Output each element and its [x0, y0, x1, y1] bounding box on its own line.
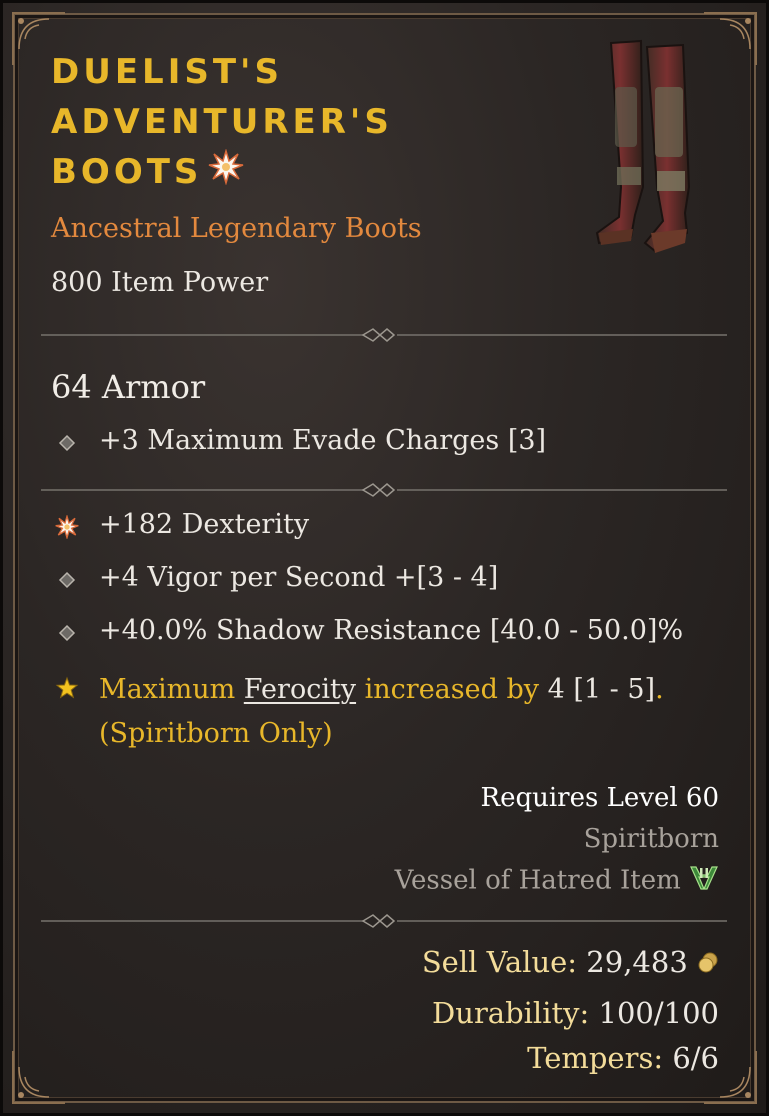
aspect-text: Maximum Ferocity increased by 4 [1 - 5].…: [99, 668, 664, 756]
vessel-of-hatred-icon: [689, 864, 719, 899]
aspect-text-part: Maximum: [99, 674, 244, 705]
sell-value-amount: 29,483: [586, 945, 688, 979]
section-divider: [41, 911, 727, 931]
item-name-line: ADVENTURER'S: [51, 102, 393, 142]
affix-text: +3 Maximum Evade Charges [3]: [99, 425, 547, 456]
section-divider: [41, 480, 727, 500]
diamond-bullet-icon: [55, 621, 79, 645]
legendary-star-icon: [55, 676, 79, 700]
item-type: Ancestral Legendary Boots: [51, 213, 422, 244]
level-requirement: Requires Level 60: [480, 783, 719, 813]
expansion-tag: Vessel of Hatred Item: [395, 864, 719, 899]
aspect-value: 4: [547, 674, 565, 705]
item-name-line-text: BOOTS: [51, 152, 203, 192]
tempers-value: 6/6: [672, 1041, 719, 1075]
item-name-line: DUELIST'S: [51, 52, 283, 92]
affix-text: +40.0% Shadow Resistance [40.0 - 50.0]%: [99, 615, 684, 646]
tempers-label: Tempers:: [527, 1041, 664, 1075]
sell-value: Sell Value: 29,483: [422, 945, 719, 981]
item-tooltip: DUELIST'S ADVENTURER'S BOOTS Ancestral L…: [0, 0, 769, 1116]
sell-value-label: Sell Value:: [421, 945, 578, 979]
greater-affix-burst-icon: [55, 514, 79, 540]
aspect-text-part: .: [655, 674, 664, 705]
item-name-line: BOOTS: [51, 147, 571, 199]
aspect-range: [1 - 5]: [564, 674, 656, 705]
aspect-text-part: increased by: [356, 674, 548, 705]
tempers: Tempers: 6/6: [527, 1041, 719, 1075]
section-divider: [41, 325, 727, 345]
item-power: 800 Item Power: [51, 267, 269, 298]
boots-item-image: [591, 37, 716, 259]
gold-coins-icon: [697, 947, 719, 981]
affix-text: +4 Vigor per Second +[3 - 4]: [99, 562, 499, 593]
diamond-bullet-icon: [55, 568, 79, 592]
class-requirement: Spiritborn: [583, 824, 719, 854]
affix-text: +182 Dexterity: [99, 509, 310, 540]
diamond-bullet-icon: [55, 431, 79, 455]
greater-affix-burst-icon: [208, 147, 244, 199]
durability-label: Durability:: [432, 996, 590, 1030]
armor-value: 64 Armor: [51, 368, 206, 406]
ferocity-keyword-link[interactable]: Ferocity: [244, 674, 356, 705]
expansion-label: Vessel of Hatred Item: [394, 865, 681, 896]
aspect-class-restriction: (Spiritborn Only): [99, 718, 333, 749]
durability-value: 100/100: [598, 996, 719, 1030]
corner-ornament: [9, 1047, 69, 1107]
item-name: DUELIST'S ADVENTURER'S BOOTS: [51, 47, 571, 199]
durability: Durability: 100/100: [432, 996, 719, 1030]
